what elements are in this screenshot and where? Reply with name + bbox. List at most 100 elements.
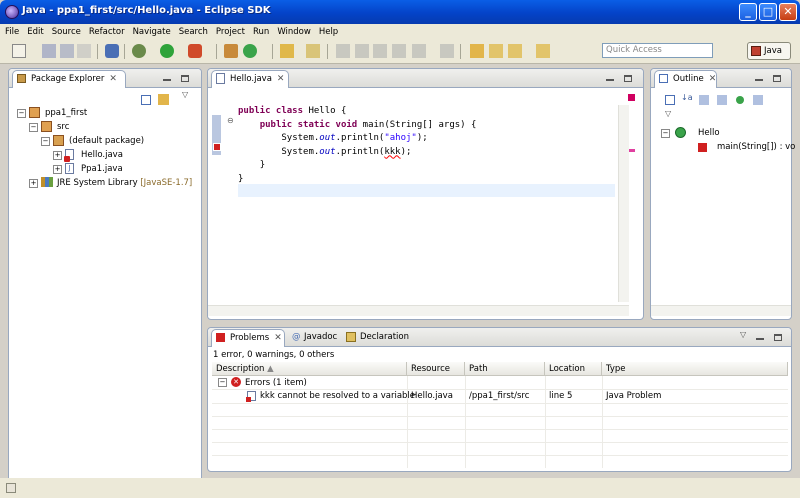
fold-icon[interactable]: ⊖	[227, 116, 234, 125]
link-with-editor-icon[interactable]	[158, 94, 169, 105]
minimize-window-button[interactable]: _	[739, 3, 757, 21]
save-all-icon[interactable]	[60, 44, 74, 58]
menu-project[interactable]: Project	[212, 24, 249, 40]
hide-non-public-icon[interactable]	[736, 96, 744, 104]
forward-history-icon[interactable]	[508, 44, 522, 58]
maximize-window-button[interactable]: □	[759, 3, 777, 21]
tree-item-ppa1-java[interactable]: Ppa1.java	[81, 164, 123, 174]
tab-problems[interactable]: Problems ✕	[211, 329, 285, 347]
minimize-view-icon[interactable]	[163, 79, 171, 81]
new-java-class-icon[interactable]	[243, 44, 257, 58]
column-type[interactable]: Type	[602, 362, 788, 376]
column-description[interactable]: Description ▲	[212, 362, 407, 376]
column-path[interactable]: Path	[465, 362, 545, 376]
last-edit-location-icon[interactable]	[470, 44, 484, 58]
table-row[interactable]: kkk cannot be resolved to a variable Hel…	[212, 390, 788, 403]
errors-group-label[interactable]: Errors (1 item)	[245, 378, 307, 388]
horizontal-scrollbar[interactable]	[651, 305, 791, 316]
menu-run[interactable]: Run	[249, 24, 273, 40]
open-type-icon[interactable]	[280, 44, 294, 58]
tree-item-jre-library[interactable]: JRE System Library [JavaSE-1.7]	[57, 178, 192, 188]
minimize-view-icon[interactable]	[756, 338, 764, 340]
previous-annotation-icon[interactable]	[440, 44, 454, 58]
vertical-scrollbar[interactable]	[618, 105, 629, 302]
error-marker-icon[interactable]	[213, 143, 221, 151]
close-icon[interactable]: ✕	[109, 74, 117, 84]
tab-declaration[interactable]: Declaration	[346, 329, 409, 347]
maximize-view-icon[interactable]	[773, 75, 781, 82]
print-icon[interactable]	[77, 44, 91, 58]
toggle-mark-occurrences-icon[interactable]	[336, 44, 350, 58]
tools-icon[interactable]	[105, 44, 119, 58]
editor-tab-hello-java[interactable]: Hello.java ✕	[211, 70, 289, 88]
forward-icon[interactable]	[536, 44, 550, 58]
collapse-icon[interactable]: −	[218, 378, 227, 387]
hide-local-types-icon[interactable]	[753, 95, 763, 105]
menu-search[interactable]: Search	[175, 24, 212, 40]
expand-icon[interactable]: +	[53, 165, 62, 174]
quick-access-input[interactable]: Quick Access	[602, 43, 713, 58]
external-tools-icon[interactable]	[188, 44, 202, 58]
expand-icon[interactable]: +	[53, 151, 62, 160]
view-menu-icon[interactable]: ▽	[665, 109, 671, 118]
maximize-view-icon[interactable]	[181, 75, 189, 82]
close-icon[interactable]: ✕	[277, 74, 285, 84]
collapse-all-icon[interactable]	[141, 95, 151, 105]
minimize-view-icon[interactable]	[755, 79, 763, 81]
collapse-icon[interactable]: −	[41, 137, 50, 146]
overview-error-indicator[interactable]	[628, 94, 635, 101]
tree-item-hello-java[interactable]: Hello.java	[81, 150, 123, 160]
collapse-icon[interactable]: −	[29, 123, 38, 132]
back-icon[interactable]	[489, 44, 503, 58]
close-icon[interactable]: ✕	[274, 333, 282, 343]
collapse-icon[interactable]: −	[661, 129, 670, 138]
fast-view-icon[interactable]	[6, 483, 16, 493]
hide-static-icon[interactable]	[717, 95, 727, 105]
overview-error-marker[interactable]	[628, 149, 635, 152]
debug-icon[interactable]	[132, 44, 146, 58]
expand-icon[interactable]: +	[29, 179, 38, 188]
save-icon[interactable]	[42, 44, 56, 58]
collapse-icon[interactable]: −	[17, 109, 26, 118]
code-area[interactable]: public class Hello { public static void …	[238, 105, 476, 186]
tab-javadoc[interactable]: @ Javadoc	[292, 329, 337, 347]
new-java-package-icon[interactable]	[224, 44, 238, 58]
row-divider	[212, 455, 788, 456]
tree-item-src[interactable]: src	[57, 122, 69, 132]
collapse-all-icon[interactable]	[665, 95, 675, 105]
menu-navigate[interactable]: Navigate	[129, 24, 175, 40]
minimize-view-icon[interactable]	[606, 79, 614, 81]
run-icon[interactable]	[160, 44, 174, 58]
view-menu-icon[interactable]: ▽	[740, 330, 746, 339]
menu-refactor[interactable]: Refactor	[85, 24, 129, 40]
toolbar-separator	[460, 44, 461, 59]
tree-item-default-package[interactable]: (default package)	[69, 136, 144, 146]
package-explorer-tab[interactable]: Package Explorer ✕	[12, 70, 126, 88]
next-annotation-icon[interactable]	[412, 44, 426, 58]
column-resource[interactable]: Resource	[407, 362, 465, 376]
menu-file[interactable]: File	[0, 24, 23, 40]
menu-window[interactable]: Window	[273, 24, 315, 40]
toggle-block-selection-icon[interactable]	[355, 44, 369, 58]
pilcrow-icon[interactable]	[392, 44, 406, 58]
maximize-view-icon[interactable]	[774, 334, 782, 341]
show-whitespace-icon[interactable]	[373, 44, 387, 58]
outline-method-item[interactable]: main(String[]) : vo	[717, 142, 795, 152]
search-icon[interactable]	[306, 44, 320, 58]
outline-tab[interactable]: Outline ✕	[654, 70, 717, 88]
new-icon[interactable]	[12, 44, 26, 58]
java-perspective-button[interactable]: Java	[747, 42, 791, 60]
hide-fields-icon[interactable]	[699, 95, 709, 105]
view-menu-icon[interactable]: ▽	[182, 90, 188, 99]
menu-help[interactable]: Help	[315, 24, 342, 40]
close-icon[interactable]: ✕	[709, 74, 717, 84]
tree-item-project[interactable]: ppa1_first	[45, 108, 87, 118]
close-window-button[interactable]: ✕	[779, 3, 797, 21]
sort-icon[interactable]: ↓a	[681, 93, 693, 102]
menu-edit[interactable]: Edit	[23, 24, 47, 40]
horizontal-scrollbar[interactable]	[208, 305, 629, 316]
menu-source[interactable]: Source	[48, 24, 85, 40]
outline-class-item[interactable]: Hello	[698, 128, 720, 138]
column-location[interactable]: Location	[545, 362, 602, 376]
maximize-view-icon[interactable]	[624, 75, 632, 82]
